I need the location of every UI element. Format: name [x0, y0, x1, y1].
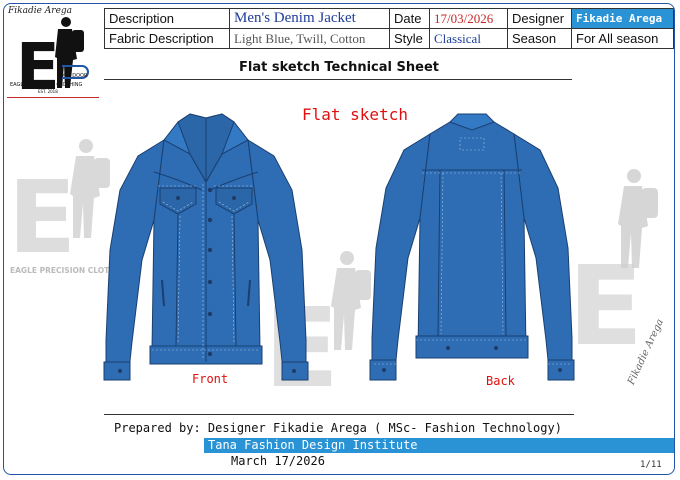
logo-est: EST. 2018	[38, 89, 58, 94]
header-row-2: Fabric Description Light Blue, Twill, Co…	[104, 28, 674, 49]
institute-banner: Tana Fashion Design Institute	[204, 438, 674, 453]
designer-value: Fikadie Arega	[571, 8, 674, 29]
season-label: Season	[507, 28, 572, 49]
fabric-value: Light Blue, Twill, Cotton	[229, 28, 390, 49]
season-value: For All season	[571, 28, 674, 49]
back-view-label: Back	[486, 374, 515, 388]
jacket-front-sketch	[103, 113, 309, 381]
footer-divider	[104, 414, 574, 415]
header-row-1: Description Men's Denim Jacket Date 17/0…	[104, 8, 674, 29]
fabric-label: Fabric Description	[104, 28, 230, 49]
svg-text:E: E	[8, 159, 76, 276]
designer-label: Designer	[507, 8, 572, 29]
front-view-label: Front	[192, 372, 229, 386]
sheet-title: Flat sketch Technical Sheet	[239, 60, 439, 75]
footer-date: March 17/2026	[231, 454, 325, 468]
title-divider	[104, 79, 572, 80]
description-label: Description	[104, 8, 230, 29]
date-value: 17/03/2026	[429, 8, 508, 29]
date-label: Date	[389, 8, 430, 29]
description-value: Men's Denim Jacket	[229, 8, 390, 29]
spec-header-table: Description Men's Denim Jacket Date 17/0…	[104, 8, 674, 49]
jacket-back-sketch	[369, 113, 575, 381]
style-value: Classical	[429, 28, 508, 49]
prepared-by: Prepared by: Designer Fikadie Arega ( MS…	[114, 421, 562, 435]
style-label: Style	[389, 28, 430, 49]
logo-underline	[7, 97, 99, 98]
signature-watermark: Fikadie Arega	[626, 317, 667, 387]
brand-logo: Fikadie Arega E OUT DOOR EAGLE PRECISION…	[4, 4, 102, 100]
logo-out-door: OUT DOOR	[60, 73, 88, 79]
page-number: 1/11	[640, 460, 662, 470]
logo-brand-name: EAGLE PRECISION CLOTHING	[10, 82, 83, 88]
svg-text:E: E	[568, 242, 643, 364]
tech-sheet-frame: E EAGLE PRECISION CLOTHING E E Fikadie A…	[3, 3, 675, 475]
